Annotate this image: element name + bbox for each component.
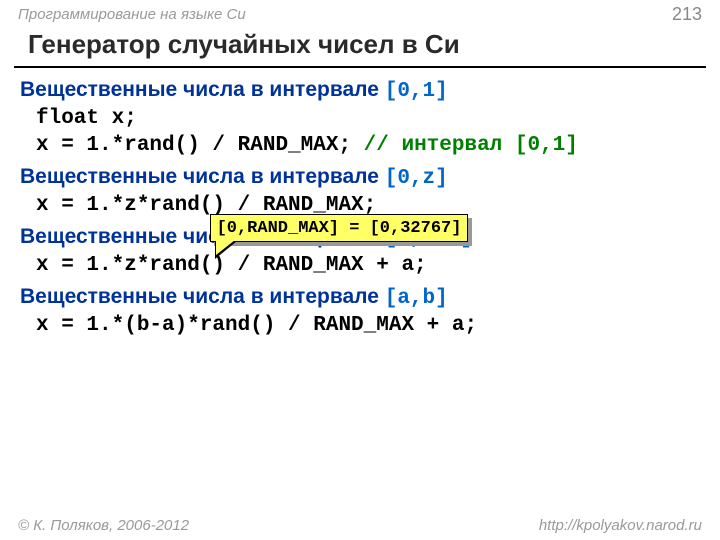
section-1-text: Вещественные числа в интервале — [20, 78, 385, 101]
section-1-range: [0,1] — [385, 80, 448, 103]
copyright: © К. Поляков, 2006-2012 — [18, 517, 189, 534]
code-1: x = 1.*rand() / RAND_MAX; // интервал [0… — [36, 134, 700, 157]
callout-tail-fill — [216, 240, 235, 255]
callout: [0,RAND_MAX] = [0,32767] — [210, 214, 468, 242]
page-number: 213 — [672, 4, 702, 25]
section-4-text: Вещественные числа в интервале — [20, 285, 385, 308]
section-4-head: Вещественные числа в интервале [a,b] — [20, 285, 700, 310]
section-2-text: Вещественные числа в интервале — [20, 165, 385, 188]
code-3: x = 1.*z*rand() / RAND_MAX + a; — [36, 254, 700, 277]
code-4: x = 1.*(b-a)*rand() / RAND_MAX + a; — [36, 314, 700, 337]
slide-title: Генератор случайных чисел в Си — [0, 27, 720, 66]
section-2-head: Вещественные числа в интервале [0,z] — [20, 165, 700, 190]
callout-text: [0,RAND_MAX] = [0,32767] — [217, 219, 462, 238]
footer-url: http://kpolyakov.narod.ru — [539, 517, 702, 534]
code-1-comment: // интервал [0,1] — [364, 134, 578, 157]
footer: © К. Поляков, 2006-2012 http://kpolyakov… — [18, 517, 702, 534]
title-underline — [14, 66, 706, 68]
content: Вещественные числа в интервале [0,1] flo… — [0, 78, 720, 337]
section-4-range: [a,b] — [385, 287, 448, 310]
header-bar: Программирование на языке Си 213 — [0, 0, 720, 27]
callout-box: [0,RAND_MAX] = [0,32767] — [210, 214, 468, 242]
section-2-range: [0,z] — [385, 167, 448, 190]
code-decl: float x; — [36, 107, 700, 130]
code-1-body: x = 1.*rand() / RAND_MAX; — [36, 134, 364, 157]
section-1-head: Вещественные числа в интервале [0,1] — [20, 78, 700, 103]
course-name: Программирование на языке Си — [18, 6, 246, 23]
